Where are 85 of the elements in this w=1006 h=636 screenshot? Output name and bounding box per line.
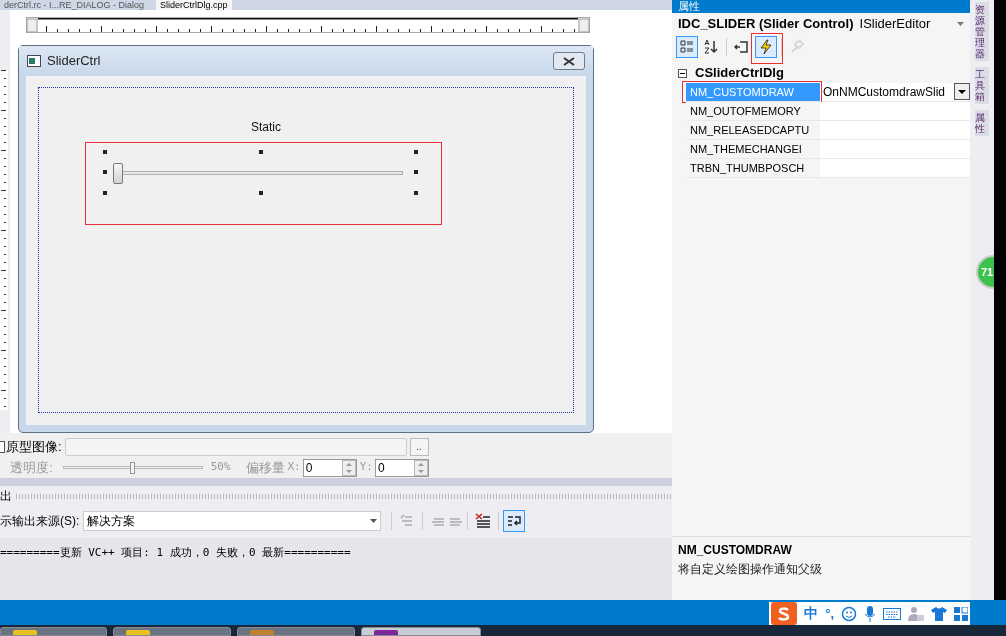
taskbar-button[interactable] [113, 627, 231, 636]
image-path-field[interactable] [64, 437, 407, 456]
find-message-icon[interactable] [400, 514, 415, 528]
slider-thumb[interactable] [113, 163, 123, 184]
field-label: 原型图像: [6, 437, 62, 456]
selection-handle[interactable] [259, 191, 263, 195]
object-name: IDC_SLIDER (Slider Control) [678, 14, 854, 33]
sort-az-icon [703, 39, 719, 55]
microphone-icon[interactable] [864, 605, 876, 622]
event-row[interactable]: NM_THEMECHANGEI [686, 140, 970, 159]
taskbar-button[interactable] [0, 627, 107, 636]
keyboard-icon[interactable] [883, 607, 901, 620]
selection-handle[interactable] [259, 150, 263, 154]
event-row[interactable]: TRBN_THUMBPOSCH [686, 159, 970, 178]
close-button[interactable] [553, 52, 585, 70]
word-wrap-icon [507, 514, 522, 528]
taskbar-button[interactable] [361, 627, 481, 636]
close-icon [563, 56, 575, 66]
opacity-slider[interactable] [62, 461, 203, 474]
toolbar-button[interactable] [755, 36, 777, 58]
event-name: NM_CUSTOMDRAW [686, 83, 820, 101]
event-name: TRBN_THUMBPOSCH [686, 159, 820, 177]
event-row[interactable]: NM_OUTOFMEMORY [686, 102, 970, 121]
field-label: X: [287, 459, 301, 476]
caret-icon [370, 519, 378, 523]
ime-mode[interactable]: 中 [804, 603, 819, 624]
event-name: NM_RELEASEDCAPTU [686, 121, 820, 139]
description-text: 将自定义绘图操作通知父级 [678, 561, 823, 578]
app-icon [250, 630, 274, 635]
selection-handle[interactable] [103, 170, 107, 174]
event-row[interactable]: NM_RELEASEDCAPTU [686, 121, 970, 140]
dropdown-button[interactable] [954, 83, 970, 100]
selection-handle[interactable] [414, 150, 418, 154]
selection-handle[interactable] [414, 170, 418, 174]
output-line: =========更新 VC++ 项目: 1 成功，0 失败，0 最新========== [0, 546, 352, 560]
field-label: 偏移量 [245, 458, 285, 477]
object-type: ISliderEditor [859, 14, 932, 33]
annotation-frame [751, 33, 783, 64]
side-tab[interactable]: 属性 [975, 110, 989, 136]
spin-field[interactable]: 0 [302, 458, 357, 477]
smiley-icon[interactable] [841, 605, 857, 622]
app-icon [126, 630, 150, 635]
clear-all-icon[interactable] [475, 513, 492, 529]
word-wrap-button[interactable] [503, 510, 526, 532]
panel-title: 出 [0, 488, 12, 505]
panel-title: 属性 [678, 1, 700, 12]
spin-field[interactable]: 0 [375, 458, 429, 477]
property-page-icon [734, 39, 750, 55]
selection-handle[interactable] [103, 150, 107, 154]
collapse-toggle[interactable] [678, 68, 687, 78]
caret-icon [957, 21, 964, 26]
lightning-icon [758, 39, 774, 55]
ime-logo-icon[interactable] [771, 602, 798, 625]
event-name: NM_OUTOFMEMORY [686, 102, 820, 120]
checkbox[interactable] [0, 440, 5, 453]
side-tab[interactable]: 工具箱 [975, 67, 989, 104]
field-value: 0 [377, 459, 386, 477]
app-icon [374, 630, 398, 635]
user-icon[interactable] [908, 605, 924, 622]
field-label: 示输出来源(S): [0, 513, 80, 530]
dropdown-value: 解决方案 [87, 513, 137, 530]
opacity-reading: 50% [210, 459, 231, 476]
selection-handle[interactable] [414, 191, 418, 195]
field-label: 透明度: [10, 458, 53, 477]
side-tab[interactable]: 资源管理器 [975, 2, 989, 61]
ime-punctuation[interactable]: °, [825, 603, 834, 624]
grid-icon[interactable] [954, 606, 968, 621]
shirt-icon[interactable] [931, 606, 947, 621]
field-value: 0 [304, 459, 314, 477]
app-window-icon [27, 55, 41, 67]
document-tab[interactable]: SliderCtrlDlg.cpp [156, 0, 232, 10]
field-label: Y: [359, 459, 373, 476]
description-title: NM_CUSTOMDRAW [678, 542, 793, 559]
event-name: NM_THEMECHANGEI [686, 140, 820, 158]
caret-icon [958, 89, 966, 94]
static-label: Static [251, 119, 281, 136]
source-dropdown[interactable]: 解决方案 [83, 511, 382, 531]
class-name: CSliderCtrlDlg [695, 64, 784, 83]
browse-button[interactable]: .. [409, 437, 429, 456]
list-view-icon [679, 39, 695, 55]
dialog-title: SliderCtrl [47, 52, 102, 71]
selection-handle[interactable] [103, 191, 107, 195]
slider-thumb[interactable] [130, 461, 136, 474]
handler-value[interactable]: OnNMCustomdrawSlid [820, 83, 954, 101]
app-icon [13, 630, 37, 635]
